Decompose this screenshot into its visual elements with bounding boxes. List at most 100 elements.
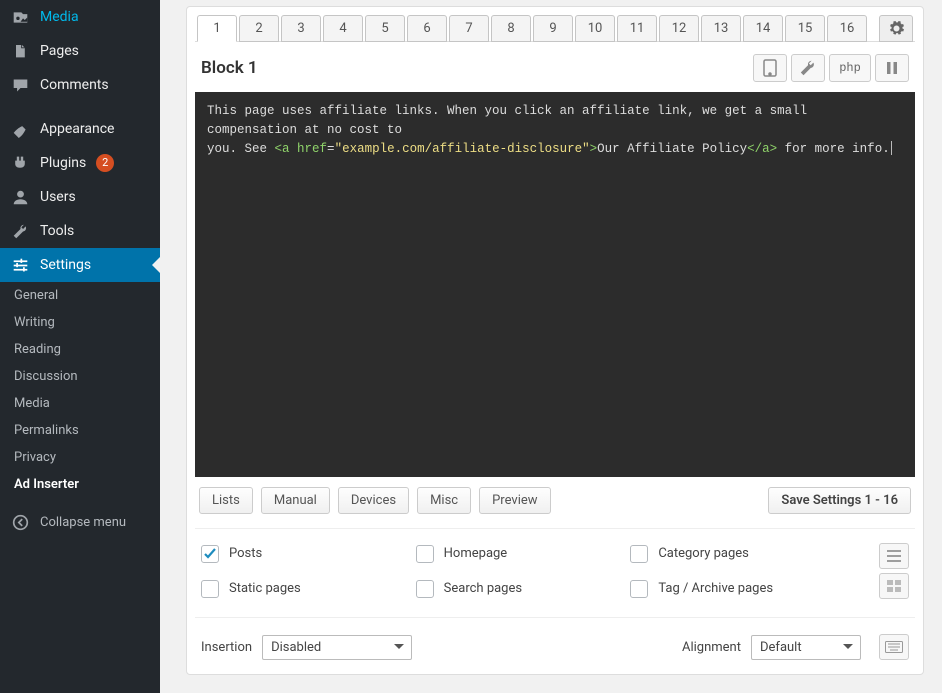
plugins-icon: [10, 153, 30, 173]
code-link-text: Our Affiliate Policy: [597, 142, 747, 156]
sidebar-item-media[interactable]: Media: [0, 0, 160, 34]
list-icon: [886, 549, 902, 563]
settings-sub-ad-inserter[interactable]: Ad Inserter: [0, 471, 160, 498]
sidebar-item-settings[interactable]: Settings: [0, 248, 160, 282]
misc-button[interactable]: Misc: [417, 487, 471, 514]
checkbox[interactable]: [630, 580, 648, 598]
checkbox[interactable]: [201, 545, 219, 563]
code-editor[interactable]: This page uses affiliate links. When you…: [195, 92, 915, 477]
check-icon: [204, 548, 216, 560]
page-type-checks: Posts Homepage Category pages: [195, 528, 915, 603]
sidebar-item-appearance[interactable]: Appearance: [0, 112, 160, 146]
checkbox[interactable]: [416, 580, 434, 598]
settings-sub-media[interactable]: Media: [0, 390, 160, 417]
tablet-icon: [763, 59, 777, 77]
sidebar-item-label: Plugins: [40, 155, 86, 171]
checkbox[interactable]: [201, 580, 219, 598]
tools-icon: [10, 221, 30, 241]
settings-sub-general[interactable]: General: [0, 282, 160, 309]
save-settings-button[interactable]: Save Settings 1 - 16: [768, 487, 911, 514]
collapse-icon: [10, 512, 30, 532]
insertion-label: Insertion: [201, 640, 252, 655]
block-tab-10[interactable]: 10: [575, 15, 615, 42]
code-eq: =: [327, 142, 335, 156]
alignment-preview-button[interactable]: [879, 634, 909, 660]
block-tabs: 1 2 3 4 5 6 7 8 9 10 11 12 13 14 15 16: [195, 13, 915, 48]
php-toggle-button[interactable]: php: [829, 54, 871, 82]
block-tab-8[interactable]: 8: [491, 15, 531, 42]
tools-button[interactable]: [791, 54, 825, 82]
manual-button[interactable]: Manual: [261, 487, 330, 514]
settings-tab-gear[interactable]: [879, 15, 913, 42]
block-tab-13[interactable]: 13: [701, 15, 741, 42]
block-tab-15[interactable]: 15: [785, 15, 825, 42]
plugins-update-badge: 2: [96, 154, 114, 172]
pause-icon: [886, 61, 898, 75]
sidebar-item-label: Media: [40, 9, 79, 25]
settings-icon: [10, 255, 30, 275]
code-text: This page uses affiliate links. When you…: [207, 104, 815, 137]
sidebar-item-label: Appearance: [40, 121, 114, 137]
check-homepage[interactable]: Homepage: [416, 543, 631, 564]
check-label: Homepage: [444, 546, 508, 561]
list-view-button[interactable]: [879, 543, 909, 569]
settings-sub-discussion[interactable]: Discussion: [0, 363, 160, 390]
insertion-row: Insertion Disabled Alignment Default: [195, 617, 915, 660]
check-label: Posts: [229, 546, 262, 561]
alignment-select[interactable]: Default: [751, 635, 861, 660]
block-tab-3[interactable]: 3: [281, 15, 321, 42]
settings-sub-privacy[interactable]: Privacy: [0, 444, 160, 471]
devices-button[interactable]: Devices: [338, 487, 409, 514]
gear-icon: [889, 21, 904, 36]
block-tab-12[interactable]: 12: [659, 15, 699, 42]
grid-view-button[interactable]: [879, 573, 909, 599]
alignment-label: Alignment: [682, 640, 741, 655]
block-tab-6[interactable]: 6: [407, 15, 447, 42]
block-tab-2[interactable]: 2: [239, 15, 279, 42]
main-content: 1 2 3 4 5 6 7 8 9 10 11 12 13 14 15 16 B…: [160, 0, 942, 693]
media-icon: [10, 7, 30, 27]
block-tab-5[interactable]: 5: [365, 15, 405, 42]
checkbox[interactable]: [630, 545, 648, 563]
users-icon: [10, 187, 30, 207]
sidebar-item-comments[interactable]: Comments: [0, 68, 160, 102]
comments-icon: [10, 75, 30, 95]
sidebar-item-label: Tools: [40, 223, 74, 239]
sidebar-item-pages[interactable]: Pages: [0, 34, 160, 68]
code-cursor: [891, 141, 892, 155]
block-tab-14[interactable]: 14: [743, 15, 783, 42]
keyboard-icon: [885, 641, 903, 653]
pause-button[interactable]: [875, 54, 909, 82]
block-tab-4[interactable]: 4: [323, 15, 363, 42]
insertion-select[interactable]: Disabled: [262, 635, 412, 660]
block-tab-1[interactable]: 1: [197, 15, 237, 42]
code-tag-close-gt: >: [590, 142, 598, 156]
collapse-menu[interactable]: Collapse menu: [0, 504, 160, 540]
sidebar-item-plugins[interactable]: Plugins 2: [0, 146, 160, 180]
settings-sub-writing[interactable]: Writing: [0, 309, 160, 336]
block-tab-16[interactable]: 16: [827, 15, 867, 42]
checkbox[interactable]: [416, 545, 434, 563]
check-search-pages[interactable]: Search pages: [416, 578, 631, 599]
check-category-pages[interactable]: Category pages: [630, 543, 845, 564]
sidebar-item-users[interactable]: Users: [0, 180, 160, 214]
mobile-preview-button[interactable]: [753, 54, 787, 82]
wrench-icon: [799, 59, 817, 77]
block-title: Block 1: [201, 58, 258, 78]
preview-button[interactable]: Preview: [479, 487, 550, 514]
block-tab-11[interactable]: 11: [617, 15, 657, 42]
wp-admin-sidebar: Media Pages Comments Appearance Plugins …: [0, 0, 160, 693]
check-posts[interactable]: Posts: [201, 543, 416, 564]
settings-sub-permalinks[interactable]: Permalinks: [0, 417, 160, 444]
block-tab-9[interactable]: 9: [533, 15, 573, 42]
code-attr-name: href: [297, 142, 327, 156]
check-tag-archive-pages[interactable]: Tag / Archive pages: [630, 578, 845, 599]
settings-sub-reading[interactable]: Reading: [0, 336, 160, 363]
check-static-pages[interactable]: Static pages: [201, 578, 416, 599]
block-tab-7[interactable]: 7: [449, 15, 489, 42]
code-tag-end: </a>: [747, 142, 777, 156]
sidebar-item-tools[interactable]: Tools: [0, 214, 160, 248]
check-label: Search pages: [444, 581, 522, 596]
lists-button[interactable]: Lists: [199, 487, 253, 514]
code-tag-open: <a: [275, 142, 298, 156]
